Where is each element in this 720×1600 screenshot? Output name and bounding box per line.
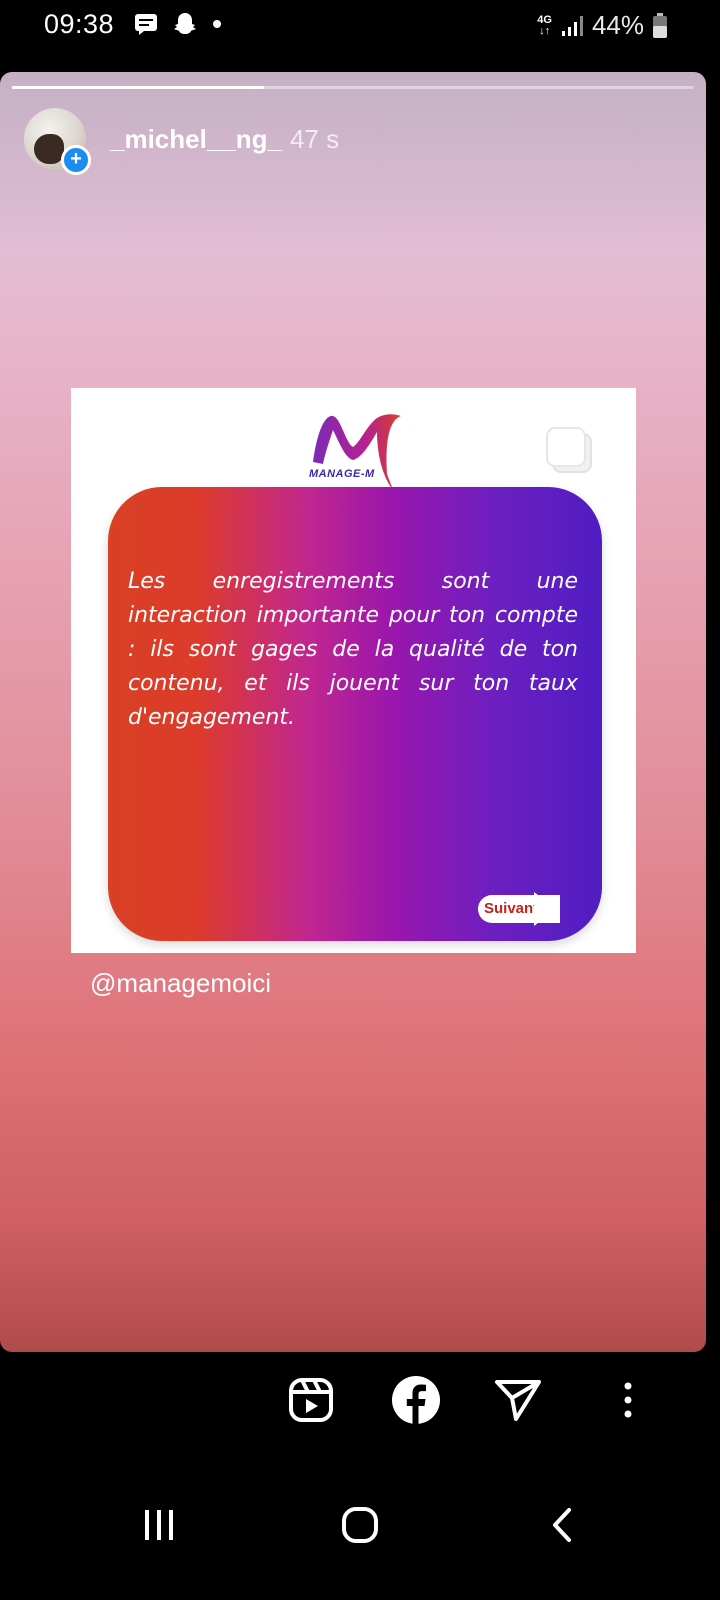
carousel-icon	[546, 427, 592, 473]
story-time-ago: 47 s	[290, 124, 340, 154]
story-action-bar	[0, 1352, 720, 1447]
add-story-icon[interactable]: +	[61, 145, 91, 175]
battery-percentage: 44%	[591, 10, 644, 40]
story-username[interactable]: _michel__ng_	[110, 124, 282, 155]
snapchat-icon	[174, 13, 196, 34]
network-arrows-icon: ↓↑	[539, 24, 551, 37]
home-icon	[342, 1507, 378, 1543]
notification-icons	[134, 12, 222, 36]
reels-button[interactable]	[283, 1372, 339, 1428]
send-button[interactable]	[490, 1372, 546, 1428]
network-type: 4G ↓↑	[537, 13, 552, 37]
brand-name: MANAGE-M	[309, 468, 375, 480]
status-right: 4G ↓↑ 44%	[537, 10, 668, 41]
network-label: 4G	[537, 13, 552, 26]
signal-icon	[561, 15, 583, 36]
back-icon	[553, 1508, 571, 1542]
reels-icon	[289, 1378, 333, 1422]
more-icon	[624, 1382, 632, 1418]
home-button[interactable]	[335, 1500, 385, 1550]
more-options-button[interactable]	[600, 1372, 656, 1428]
mention-sticker[interactable]: @managemoici	[90, 968, 271, 999]
story-progress-bar	[12, 86, 694, 89]
dot-icon	[213, 20, 221, 28]
facebook-share-button[interactable]	[388, 1372, 444, 1428]
card-text: Les enregistrements sont une interaction…	[128, 569, 578, 730]
battery-icon	[653, 12, 667, 38]
recents-button[interactable]	[134, 1500, 184, 1550]
story-viewer[interactable]: + _michel__ng_ 47 s MANAGE-M Les enregis…	[0, 72, 706, 1352]
avatar-figure	[34, 134, 64, 164]
facebook-icon	[392, 1376, 440, 1424]
system-nav-bar	[0, 1490, 720, 1560]
story-progress-fill	[12, 86, 265, 89]
status-time: 09:38	[44, 9, 115, 39]
status-bar: 09:38 4G ↓↑ 44%	[0, 0, 720, 50]
arrow-right-icon	[534, 892, 556, 926]
send-icon	[495, 1380, 541, 1421]
back-button[interactable]	[537, 1500, 587, 1550]
quote-card: Les enregistrements sont une interaction…	[108, 487, 602, 941]
next-button: Suivant	[478, 892, 561, 926]
post-image[interactable]: MANAGE-M Les enregistrements sont une in…	[71, 388, 636, 953]
recents-icon	[145, 1510, 173, 1540]
message-icon	[135, 14, 157, 35]
